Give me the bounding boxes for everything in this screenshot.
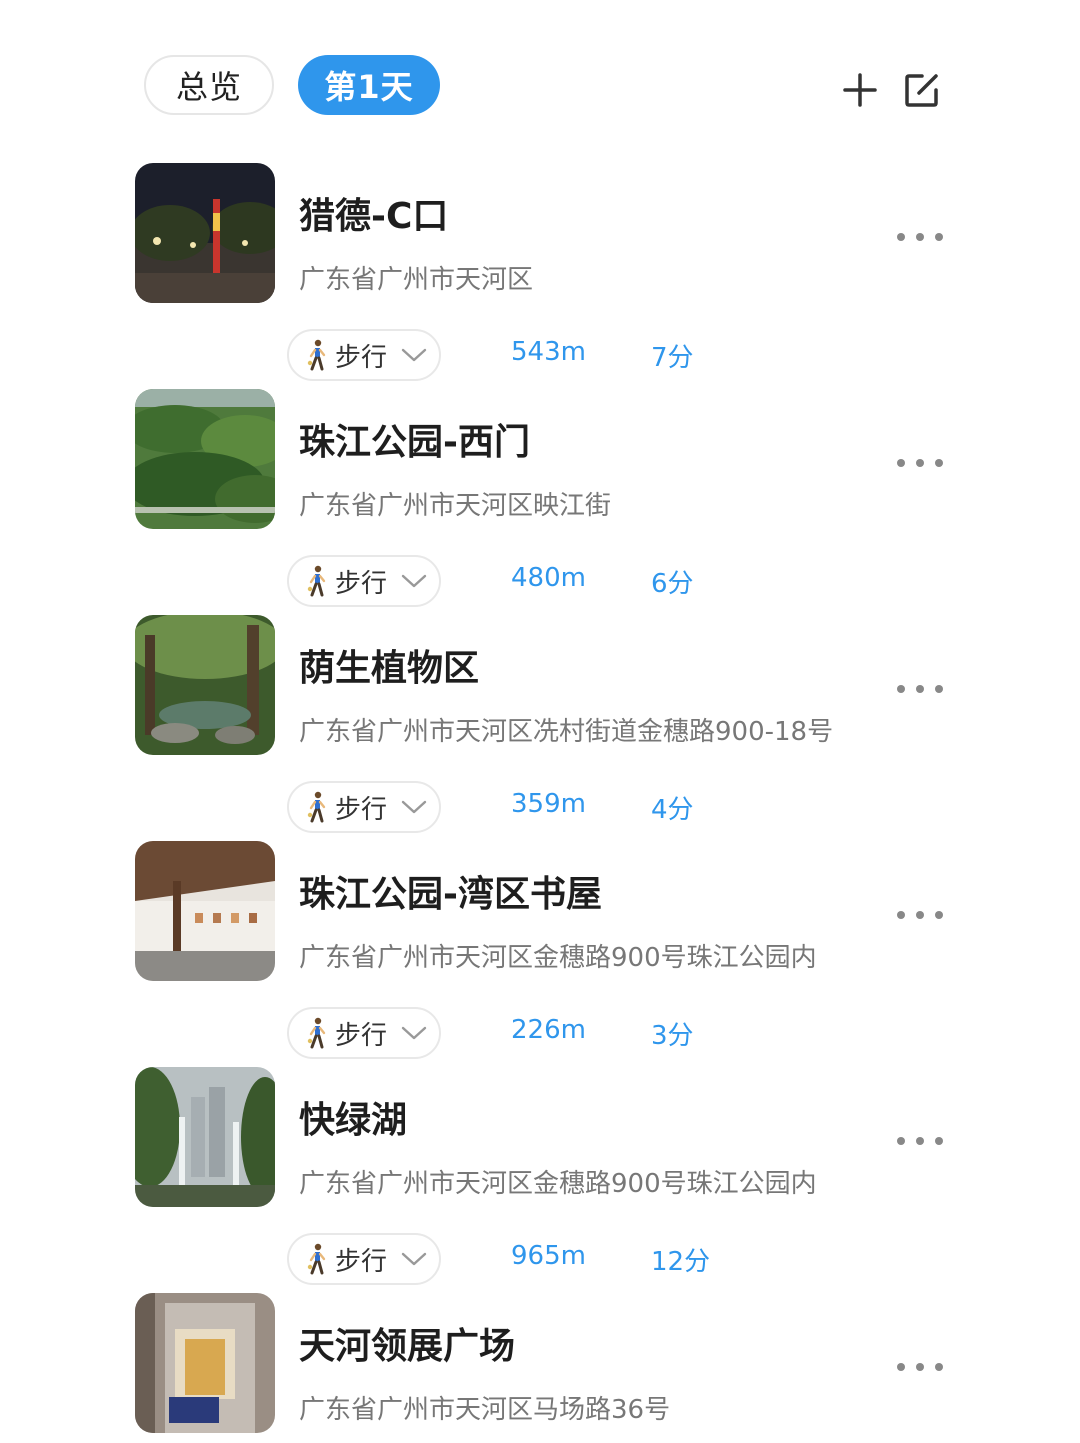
travel-duration: 12分 (651, 1247, 711, 1277)
place-address: 广东省广州市天河区金穗路900号珠江公园内 (299, 1169, 817, 1199)
travel-distance: 480m (511, 563, 586, 593)
walking-person-icon (307, 1243, 326, 1275)
place-photo (135, 615, 275, 755)
more-options-icon[interactable] (897, 459, 943, 469)
travel-mode-select[interactable]: 步行 (287, 1007, 441, 1059)
itinerary-stop[interactable]: 快绿湖 广东省广州市天河区金穗路900号珠江公园内 (135, 1067, 965, 1207)
travel-distance: 359m (511, 789, 586, 819)
travel-duration: 7分 (651, 343, 694, 373)
travel-duration: 4分 (651, 795, 694, 825)
travel-mode-select[interactable]: 步行 (287, 329, 441, 381)
place-photo (135, 841, 275, 981)
place-address: 广东省广州市天河区金穗路900号珠江公园内 (299, 943, 817, 973)
day-tabs: 总览 第1天 (144, 55, 440, 115)
place-address: 广东省广州市天河区冼村街道金穗路900-18号 (299, 717, 834, 747)
itinerary-stop[interactable]: 珠江公园-湾区书屋 广东省广州市天河区金穗路900号珠江公园内 (135, 841, 965, 981)
more-options-icon[interactable] (897, 685, 943, 695)
chevron-down-icon (401, 1026, 427, 1040)
walking-person-icon (307, 565, 326, 597)
travel-mode-label: 步行 (335, 794, 388, 825)
place-photo (135, 389, 275, 529)
travel-segment: 步行 480m 6分 (135, 529, 965, 615)
tab-overview[interactable]: 总览 (144, 55, 274, 115)
edit-icon[interactable] (902, 70, 942, 110)
travel-distance: 965m (511, 1241, 586, 1271)
travel-mode-select[interactable]: 步行 (287, 781, 441, 833)
walking-person-icon (307, 791, 326, 823)
more-options-icon[interactable] (897, 911, 943, 921)
itinerary-list: 猎德-C口 广东省广州市天河区 步行 543m 7分 珠江公园-西门 广东省广州… (135, 163, 965, 1433)
travel-distance: 543m (511, 337, 586, 367)
travel-segment: 步行 359m 4分 (135, 755, 965, 841)
place-name: 荫生植物区 (299, 648, 480, 689)
itinerary-stop[interactable]: 天河领展广场 广东省广州市天河区马场路36号 (135, 1293, 965, 1433)
itinerary-stop[interactable]: 荫生植物区 广东省广州市天河区冼村街道金穗路900-18号 (135, 615, 965, 755)
travel-segment: 步行 965m 12分 (135, 1207, 965, 1293)
travel-mode-label: 步行 (335, 1020, 388, 1051)
header-actions (840, 70, 942, 110)
place-name: 天河领展广场 (299, 1326, 516, 1367)
place-address: 广东省广州市天河区 (299, 265, 534, 295)
travel-duration: 3分 (651, 1021, 694, 1051)
place-name: 快绿湖 (299, 1100, 408, 1141)
place-address: 广东省广州市天河区马场路36号 (299, 1395, 671, 1425)
travel-duration: 6分 (651, 569, 694, 599)
travel-mode-select[interactable]: 步行 (287, 555, 441, 607)
travel-mode-label: 步行 (335, 342, 388, 373)
itinerary-stop[interactable]: 珠江公园-西门 广东省广州市天河区映江街 (135, 389, 965, 529)
place-photo (135, 163, 275, 303)
place-photo (135, 1067, 275, 1207)
plus-icon[interactable] (840, 70, 880, 110)
travel-segment: 步行 226m 3分 (135, 981, 965, 1067)
place-name: 珠江公园-西门 (299, 422, 530, 463)
travel-distance: 226m (511, 1015, 586, 1045)
more-options-icon[interactable] (897, 233, 943, 243)
travel-mode-select[interactable]: 步行 (287, 1233, 441, 1285)
travel-mode-label: 步行 (335, 568, 388, 599)
travel-mode-label: 步行 (335, 1246, 388, 1277)
chevron-down-icon (401, 348, 427, 362)
chevron-down-icon (401, 1252, 427, 1266)
more-options-icon[interactable] (897, 1363, 943, 1373)
place-photo (135, 1293, 275, 1433)
travel-segment: 步行 543m 7分 (135, 303, 965, 389)
itinerary-stop[interactable]: 猎德-C口 广东省广州市天河区 (135, 163, 965, 303)
place-name: 猎德-C口 (299, 196, 449, 237)
chevron-down-icon (401, 574, 427, 588)
place-address: 广东省广州市天河区映江街 (299, 491, 612, 521)
place-name: 珠江公园-湾区书屋 (299, 874, 602, 915)
chevron-down-icon (401, 800, 427, 814)
more-options-icon[interactable] (897, 1137, 943, 1147)
walking-person-icon (307, 339, 326, 371)
walking-person-icon (307, 1017, 326, 1049)
tab-day-1[interactable]: 第1天 (298, 55, 440, 115)
